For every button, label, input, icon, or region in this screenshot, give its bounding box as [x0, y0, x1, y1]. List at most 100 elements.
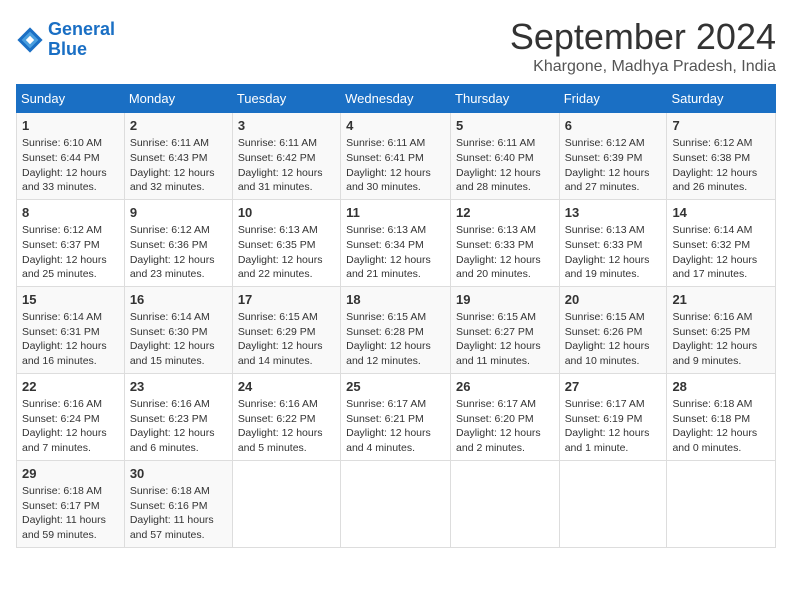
day-number: 30	[130, 465, 227, 483]
calendar-cell	[667, 460, 776, 547]
day-info: Sunrise: 6:18 AM Sunset: 6:17 PM Dayligh…	[22, 484, 119, 543]
day-number: 11	[346, 204, 445, 222]
day-info: Sunrise: 6:18 AM Sunset: 6:18 PM Dayligh…	[672, 397, 770, 456]
calendar-cell: 2Sunrise: 6:11 AM Sunset: 6:43 PM Daylig…	[124, 113, 232, 200]
day-number: 3	[238, 117, 335, 135]
day-info: Sunrise: 6:16 AM Sunset: 6:23 PM Dayligh…	[130, 397, 227, 456]
calendar-cell: 15Sunrise: 6:14 AM Sunset: 6:31 PM Dayli…	[17, 286, 125, 373]
col-header-friday: Friday	[559, 85, 667, 113]
calendar-cell: 11Sunrise: 6:13 AM Sunset: 6:34 PM Dayli…	[341, 199, 451, 286]
calendar-cell: 13Sunrise: 6:13 AM Sunset: 6:33 PM Dayli…	[559, 199, 667, 286]
week-row-1: 1Sunrise: 6:10 AM Sunset: 6:44 PM Daylig…	[17, 113, 776, 200]
calendar-cell: 17Sunrise: 6:15 AM Sunset: 6:29 PM Dayli…	[232, 286, 340, 373]
day-number: 21	[672, 291, 770, 309]
day-info: Sunrise: 6:17 AM Sunset: 6:20 PM Dayligh…	[456, 397, 554, 456]
calendar-cell: 16Sunrise: 6:14 AM Sunset: 6:30 PM Dayli…	[124, 286, 232, 373]
day-number: 29	[22, 465, 119, 483]
calendar-cell: 19Sunrise: 6:15 AM Sunset: 6:27 PM Dayli…	[451, 286, 560, 373]
day-info: Sunrise: 6:12 AM Sunset: 6:39 PM Dayligh…	[565, 136, 662, 195]
day-number: 12	[456, 204, 554, 222]
day-number: 18	[346, 291, 445, 309]
calendar-cell	[232, 460, 340, 547]
day-info: Sunrise: 6:17 AM Sunset: 6:19 PM Dayligh…	[565, 397, 662, 456]
day-number: 14	[672, 204, 770, 222]
col-header-sunday: Sunday	[17, 85, 125, 113]
day-info: Sunrise: 6:11 AM Sunset: 6:41 PM Dayligh…	[346, 136, 445, 195]
calendar-cell: 1Sunrise: 6:10 AM Sunset: 6:44 PM Daylig…	[17, 113, 125, 200]
day-info: Sunrise: 6:15 AM Sunset: 6:28 PM Dayligh…	[346, 310, 445, 369]
calendar-cell: 8Sunrise: 6:12 AM Sunset: 6:37 PM Daylig…	[17, 199, 125, 286]
col-header-saturday: Saturday	[667, 85, 776, 113]
logo-icon	[16, 26, 44, 54]
day-info: Sunrise: 6:15 AM Sunset: 6:27 PM Dayligh…	[456, 310, 554, 369]
calendar-table: SundayMondayTuesdayWednesdayThursdayFrid…	[16, 84, 776, 548]
col-header-tuesday: Tuesday	[232, 85, 340, 113]
day-info: Sunrise: 6:12 AM Sunset: 6:38 PM Dayligh…	[672, 136, 770, 195]
day-number: 5	[456, 117, 554, 135]
day-number: 15	[22, 291, 119, 309]
day-number: 1	[22, 117, 119, 135]
day-info: Sunrise: 6:16 AM Sunset: 6:22 PM Dayligh…	[238, 397, 335, 456]
calendar-cell: 29Sunrise: 6:18 AM Sunset: 6:17 PM Dayli…	[17, 460, 125, 547]
day-info: Sunrise: 6:16 AM Sunset: 6:25 PM Dayligh…	[672, 310, 770, 369]
calendar-cell: 28Sunrise: 6:18 AM Sunset: 6:18 PM Dayli…	[667, 373, 776, 460]
col-header-monday: Monday	[124, 85, 232, 113]
day-info: Sunrise: 6:17 AM Sunset: 6:21 PM Dayligh…	[346, 397, 445, 456]
col-header-wednesday: Wednesday	[341, 85, 451, 113]
day-number: 9	[130, 204, 227, 222]
day-number: 25	[346, 378, 445, 396]
day-number: 16	[130, 291, 227, 309]
calendar-cell: 4Sunrise: 6:11 AM Sunset: 6:41 PM Daylig…	[341, 113, 451, 200]
calendar-cell	[451, 460, 560, 547]
day-info: Sunrise: 6:12 AM Sunset: 6:36 PM Dayligh…	[130, 223, 227, 282]
day-number: 22	[22, 378, 119, 396]
day-info: Sunrise: 6:13 AM Sunset: 6:33 PM Dayligh…	[456, 223, 554, 282]
day-info: Sunrise: 6:14 AM Sunset: 6:32 PM Dayligh…	[672, 223, 770, 282]
calendar-cell: 10Sunrise: 6:13 AM Sunset: 6:35 PM Dayli…	[232, 199, 340, 286]
day-number: 6	[565, 117, 662, 135]
day-info: Sunrise: 6:10 AM Sunset: 6:44 PM Dayligh…	[22, 136, 119, 195]
day-number: 7	[672, 117, 770, 135]
calendar-cell: 3Sunrise: 6:11 AM Sunset: 6:42 PM Daylig…	[232, 113, 340, 200]
day-info: Sunrise: 6:15 AM Sunset: 6:26 PM Dayligh…	[565, 310, 662, 369]
day-number: 10	[238, 204, 335, 222]
calendar-cell: 5Sunrise: 6:11 AM Sunset: 6:40 PM Daylig…	[451, 113, 560, 200]
calendar-cell: 22Sunrise: 6:16 AM Sunset: 6:24 PM Dayli…	[17, 373, 125, 460]
day-info: Sunrise: 6:13 AM Sunset: 6:35 PM Dayligh…	[238, 223, 335, 282]
day-number: 8	[22, 204, 119, 222]
calendar-cell: 6Sunrise: 6:12 AM Sunset: 6:39 PM Daylig…	[559, 113, 667, 200]
calendar-cell: 14Sunrise: 6:14 AM Sunset: 6:32 PM Dayli…	[667, 199, 776, 286]
logo-text: General Blue	[48, 20, 115, 60]
calendar-cell: 18Sunrise: 6:15 AM Sunset: 6:28 PM Dayli…	[341, 286, 451, 373]
logo: General Blue	[16, 20, 115, 60]
week-row-3: 15Sunrise: 6:14 AM Sunset: 6:31 PM Dayli…	[17, 286, 776, 373]
calendar-title: September 2024	[510, 16, 776, 58]
day-number: 2	[130, 117, 227, 135]
calendar-cell: 30Sunrise: 6:18 AM Sunset: 6:16 PM Dayli…	[124, 460, 232, 547]
calendar-header-row: SundayMondayTuesdayWednesdayThursdayFrid…	[17, 85, 776, 113]
day-number: 27	[565, 378, 662, 396]
calendar-cell: 24Sunrise: 6:16 AM Sunset: 6:22 PM Dayli…	[232, 373, 340, 460]
day-info: Sunrise: 6:14 AM Sunset: 6:31 PM Dayligh…	[22, 310, 119, 369]
day-number: 24	[238, 378, 335, 396]
day-info: Sunrise: 6:16 AM Sunset: 6:24 PM Dayligh…	[22, 397, 119, 456]
calendar-cell: 26Sunrise: 6:17 AM Sunset: 6:20 PM Dayli…	[451, 373, 560, 460]
day-info: Sunrise: 6:12 AM Sunset: 6:37 PM Dayligh…	[22, 223, 119, 282]
day-number: 17	[238, 291, 335, 309]
calendar-cell: 27Sunrise: 6:17 AM Sunset: 6:19 PM Dayli…	[559, 373, 667, 460]
day-info: Sunrise: 6:15 AM Sunset: 6:29 PM Dayligh…	[238, 310, 335, 369]
day-number: 26	[456, 378, 554, 396]
page-header: General Blue September 2024 Khargone, Ma…	[16, 16, 776, 76]
calendar-cell	[559, 460, 667, 547]
day-info: Sunrise: 6:14 AM Sunset: 6:30 PM Dayligh…	[130, 310, 227, 369]
day-number: 20	[565, 291, 662, 309]
day-number: 4	[346, 117, 445, 135]
calendar-cell	[341, 460, 451, 547]
calendar-body: 1Sunrise: 6:10 AM Sunset: 6:44 PM Daylig…	[17, 113, 776, 548]
week-row-2: 8Sunrise: 6:12 AM Sunset: 6:37 PM Daylig…	[17, 199, 776, 286]
calendar-cell: 25Sunrise: 6:17 AM Sunset: 6:21 PM Dayli…	[341, 373, 451, 460]
day-info: Sunrise: 6:13 AM Sunset: 6:34 PM Dayligh…	[346, 223, 445, 282]
day-number: 28	[672, 378, 770, 396]
calendar-cell: 23Sunrise: 6:16 AM Sunset: 6:23 PM Dayli…	[124, 373, 232, 460]
week-row-4: 22Sunrise: 6:16 AM Sunset: 6:24 PM Dayli…	[17, 373, 776, 460]
